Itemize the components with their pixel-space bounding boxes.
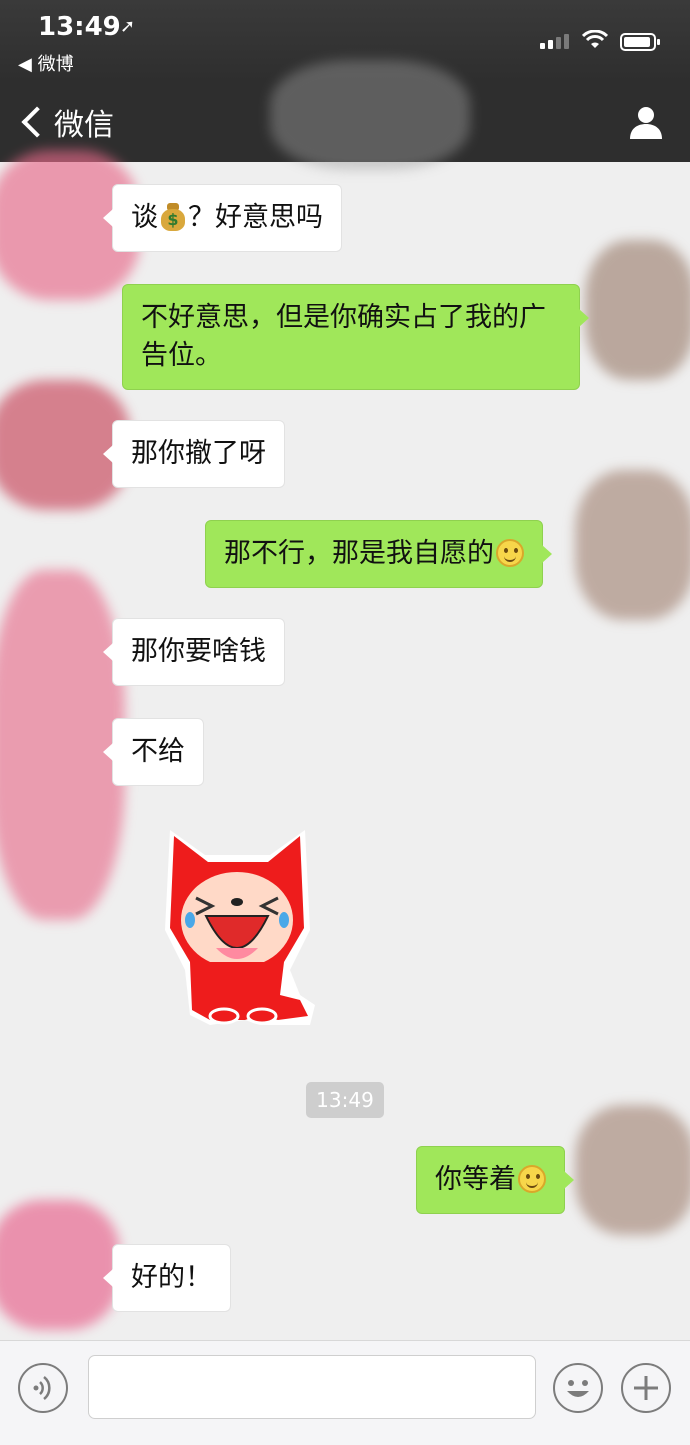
- location-arrow-icon: ➚: [120, 16, 136, 37]
- redaction-scribble: [575, 1105, 690, 1235]
- money-bag-icon: $: [160, 202, 186, 232]
- message-text: 不好意思，但是你确实占了我的广告位。: [141, 302, 546, 371]
- redaction-scribble: [0, 1200, 120, 1330]
- message-text: 不给: [131, 736, 185, 767]
- redaction-scribble: [575, 470, 690, 620]
- smile-emoji-icon: [518, 1165, 546, 1193]
- message-input[interactable]: [88, 1355, 536, 1419]
- message-text: 那你撤了呀: [131, 438, 266, 469]
- outgoing-message[interactable]: 不好意思，但是你确实占了我的广告位。: [122, 284, 589, 390]
- message-text: ？好意思吗: [188, 202, 323, 233]
- smile-emoji-icon: [496, 539, 524, 567]
- outgoing-message[interactable]: 你等着: [416, 1146, 574, 1214]
- wifi-icon: [582, 30, 608, 48]
- back-to-app-link[interactable]: ◀ 微博: [18, 50, 74, 76]
- message-text: 那你要啥钱: [131, 636, 266, 667]
- chat-input-bar: [0, 1340, 690, 1445]
- redaction-scribble: [585, 240, 690, 380]
- voice-icon: [33, 1376, 51, 1400]
- incoming-message[interactable]: 那你撤了呀: [103, 420, 285, 488]
- back-label: 微信: [54, 108, 114, 143]
- incoming-message[interactable]: 好的！: [103, 1244, 231, 1312]
- status-time: 13:49: [38, 12, 121, 42]
- incoming-message[interactable]: 不给: [103, 718, 204, 786]
- outgoing-message[interactable]: 那不行，那是我自愿的: [205, 520, 552, 588]
- message-text: 你等着: [435, 1164, 516, 1195]
- chat-timestamp: 13:49: [306, 1082, 384, 1118]
- incoming-message[interactable]: 那你要啥钱: [103, 618, 285, 686]
- more-button[interactable]: [621, 1363, 671, 1413]
- incoming-message[interactable]: 谈 $ ？好意思吗: [103, 184, 342, 252]
- cellular-signal-icon: [540, 34, 569, 49]
- voice-button[interactable]: [18, 1363, 68, 1413]
- emoji-button[interactable]: [553, 1363, 603, 1413]
- plus-icon: [634, 1376, 658, 1400]
- crying-fox-sticker[interactable]: [150, 820, 325, 1035]
- battery-icon: [620, 33, 660, 51]
- message-text: 那不行，那是我自愿的: [224, 538, 494, 569]
- emoji-icon: [567, 1380, 589, 1397]
- message-text: 好的！: [131, 1262, 212, 1293]
- back-button[interactable]: 微信: [16, 100, 114, 144]
- redaction-scribble: [270, 60, 470, 170]
- chevron-left-icon: [21, 106, 53, 138]
- contact-profile-icon[interactable]: [628, 104, 664, 140]
- message-text: 谈: [131, 202, 158, 233]
